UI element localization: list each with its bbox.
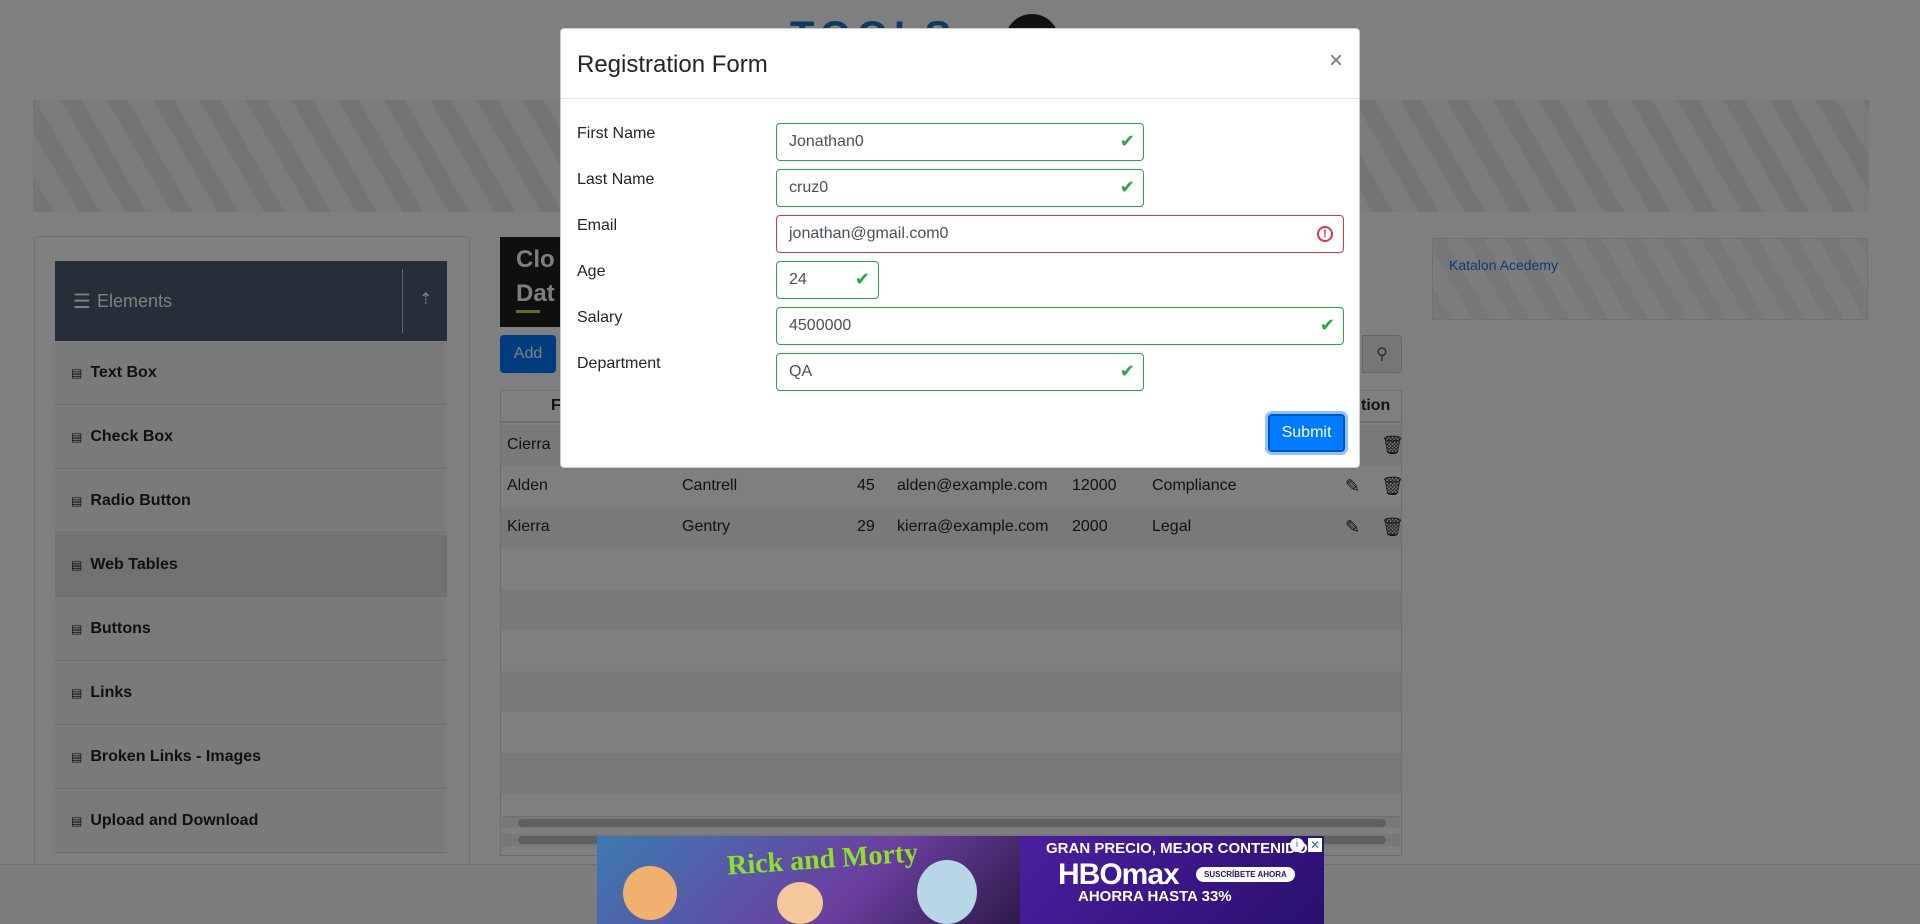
check-icon: ✔ (1119, 361, 1135, 381)
registration-modal: Registration Form × First Name Jonathan0… (560, 28, 1360, 468)
email-value: jonathan@gmail.com0 (789, 225, 949, 242)
modal-header: Registration Form × (561, 29, 1359, 99)
salary-label: Salary (577, 309, 623, 326)
last-name-label: Last Name (577, 171, 655, 188)
first-name-row: First Name Jonathan0 ✔ (577, 123, 1357, 161)
first-name-field[interactable]: Jonathan0 ✔ (776, 123, 1144, 161)
salary-value: 4500000 (789, 317, 852, 334)
ad-brand: HBOmax (1058, 858, 1180, 891)
last-name-row: Last Name cruz0 ✔ (577, 169, 1357, 207)
last-name-field[interactable]: cruz0 ✔ (776, 169, 1144, 207)
ad-text-right: GRAN PRECIO, MEJOR CONTENIDO HBOmax SUSC… (1020, 836, 1324, 924)
age-label: Age (577, 263, 606, 280)
close-icon[interactable]: × (1329, 47, 1343, 75)
ad-image-left: Rick and Morty (597, 836, 1020, 924)
salary-field[interactable]: 4500000 ✔ (776, 307, 1344, 345)
ad-offer: AHORRA HASTA 33% (1078, 888, 1232, 905)
department-field[interactable]: QA ✔ (776, 353, 1144, 391)
ad-close-icon[interactable]: ✕ (1308, 838, 1322, 852)
submit-button[interactable]: Submit (1268, 414, 1345, 452)
check-icon: ✔ (854, 269, 870, 289)
email-field[interactable]: jonathan@gmail.com0 ! (776, 215, 1344, 253)
error-icon: ! (1317, 226, 1333, 242)
department-row: Department QA ✔ (577, 353, 1357, 391)
modal-title: Registration Form (577, 51, 768, 78)
email-label: Email (577, 217, 618, 234)
character-image (623, 866, 677, 920)
ad-cta-button[interactable]: SUSCRÍBETE AHORA (1196, 867, 1295, 882)
first-name-label: First Name (577, 125, 656, 142)
ad-info-icon[interactable]: i (1290, 838, 1304, 852)
ad-show-title: Rick and Morty (726, 837, 920, 882)
age-row: Age 24 ✔ (577, 261, 1357, 299)
last-name-value: cruz0 (789, 179, 829, 196)
character-image (777, 882, 823, 924)
salary-row: Salary 4500000 ✔ (577, 307, 1357, 345)
department-label: Department (577, 355, 661, 372)
character-image (917, 860, 977, 924)
check-icon: ✔ (1319, 315, 1335, 335)
department-value: QA (789, 363, 813, 380)
email-row: Email jonathan@gmail.com0 ! (577, 215, 1357, 253)
check-icon: ✔ (1119, 131, 1135, 151)
first-name-value: Jonathan0 (789, 133, 864, 150)
ad-headline: GRAN PRECIO, MEJOR CONTENIDO (1046, 840, 1308, 857)
age-field[interactable]: 24 ✔ (776, 261, 879, 299)
check-icon: ✔ (1119, 177, 1135, 197)
bottom-ad-banner[interactable]: Rick and Morty GRAN PRECIO, MEJOR CONTEN… (597, 836, 1324, 924)
